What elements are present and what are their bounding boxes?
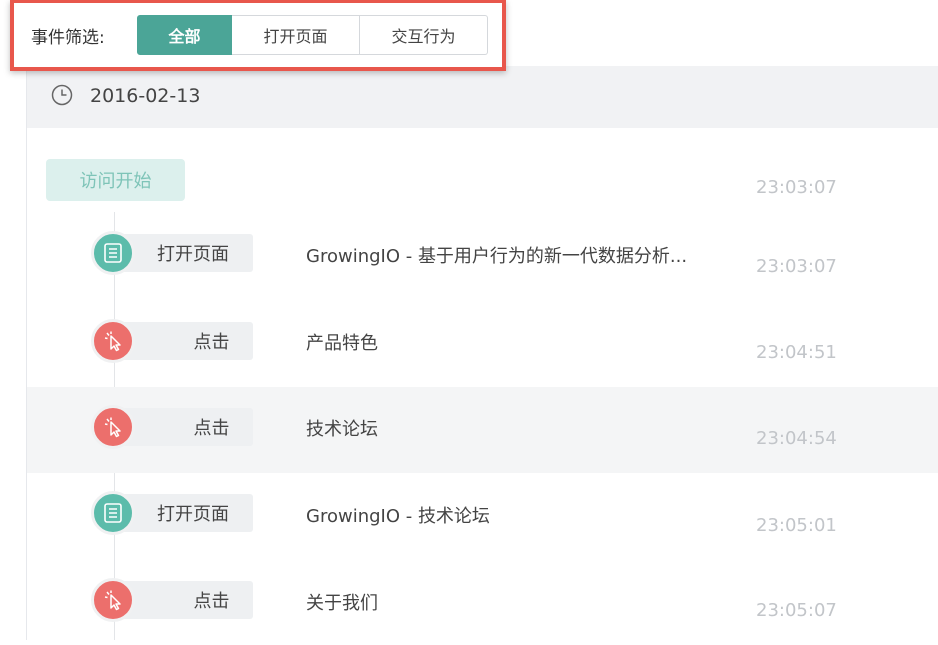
cursor-click-icon: [91, 319, 135, 363]
date-header: 2016-02-13: [27, 66, 938, 128]
event-type-tag: 打开页面: [122, 234, 253, 272]
event-description: GrowingIO - 基于用户行为的新一代数据分析...: [306, 246, 688, 267]
event-time: 23:05:01: [756, 515, 837, 536]
event-type-tag: 点击: [122, 322, 253, 360]
date-label: 2016-02-13: [90, 85, 201, 107]
filter-label: 事件筛选:: [31, 28, 105, 48]
event-type-tag: 点击: [122, 581, 253, 619]
event-time: 23:04:54: [756, 428, 837, 449]
event-time: 23:03:07: [756, 256, 837, 277]
event-row[interactable]: 点击 产品特色 23:04:51: [27, 298, 938, 384]
event-type-tag: 点击: [122, 408, 253, 446]
page-list-icon: [91, 231, 135, 275]
event-row[interactable]: 打开页面 GrowingIO - 技术论坛 23:05:01: [27, 473, 938, 559]
visit-start-time: 23:03:07: [756, 177, 837, 198]
event-type-tag: 打开页面: [122, 494, 253, 532]
visit-start-badge: 访问开始: [46, 159, 185, 201]
filter-segmented-control: 全部 打开页面 交互行为: [137, 15, 488, 55]
filter-all-button[interactable]: 全部: [137, 15, 232, 55]
event-description: 产品特色: [306, 333, 378, 354]
page-list-icon: [91, 491, 135, 535]
event-row[interactable]: 点击 关于我们 23:05:07: [27, 559, 938, 645]
event-row[interactable]: 打开页面 GrowingIO - 基于用户行为的新一代数据分析... 23:03…: [27, 212, 938, 298]
cursor-click-icon: [91, 405, 135, 449]
event-description: 技术论坛: [306, 419, 378, 440]
event-description: GrowingIO - 技术论坛: [306, 506, 490, 527]
event-description: 关于我们: [306, 593, 378, 614]
event-time: 23:05:07: [756, 600, 837, 621]
filter-open-page-button[interactable]: 打开页面: [232, 15, 360, 55]
cursor-click-icon: [91, 578, 135, 622]
event-row[interactable]: 点击 技术论坛 23:04:54: [27, 387, 938, 473]
event-time: 23:04:51: [756, 342, 837, 363]
filter-interaction-button[interactable]: 交互行为: [360, 15, 488, 55]
event-filter-bar: 事件筛选: 全部 打开页面 交互行为: [10, 0, 506, 71]
clock-icon: [51, 84, 73, 106]
